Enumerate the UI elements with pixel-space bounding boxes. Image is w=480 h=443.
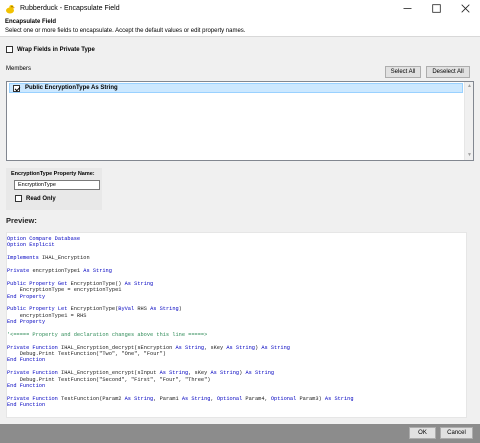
code-token: IHAL_Encryption: [41, 255, 90, 262]
read-only-label: Read Only: [26, 195, 56, 202]
code-token: As String: [245, 370, 275, 377]
code-token: RHS: [137, 306, 151, 313]
code-token: As String: [124, 280, 154, 287]
code-token: Optional: [270, 395, 300, 402]
code-token: encryptionType1 = RHS: [7, 312, 87, 319]
code-line: End Function: [7, 402, 466, 408]
dialog-header: Encapsulate Field Select one or more fie…: [0, 17, 480, 37]
code-token: TestFunction(Param2: [61, 395, 125, 402]
code-token: As String: [261, 344, 290, 351]
code-token: IHAL_Encryption_decrypt(sEncryption: [61, 344, 176, 351]
code-token: End Function: [7, 357, 46, 364]
dialog-description: Select one or more fields to encapsulate…: [5, 28, 246, 34]
code-token: EncryptionType = encryptionType1: [7, 287, 122, 294]
code-preview: Option Compare Database Option Explicit Im…: [6, 232, 467, 418]
cancel-button[interactable]: Cancel: [440, 427, 473, 439]
code-token: As String: [181, 395, 211, 402]
members-label: Members: [6, 66, 32, 72]
code-token: Private Function: [7, 344, 62, 351]
code-token: EncryptionType(: [70, 306, 119, 313]
code-token: Private: [7, 267, 33, 274]
code-token: Debug.Print TestFunction("Two", "One", "…: [7, 351, 166, 358]
code-token: As String: [175, 344, 205, 351]
code-text: Option Compare Database Option Explicit Im…: [7, 236, 466, 409]
code-token: As String: [226, 344, 255, 351]
scroll-up-icon[interactable]: ▲: [466, 83, 473, 90]
code-token: , Param1: [153, 395, 182, 402]
code-token: End Function: [7, 382, 46, 389]
footer-bar: OK Cancel: [0, 424, 480, 443]
code-token: Param3): [299, 395, 325, 402]
wrap-fields-checkbox[interactable]: [6, 46, 13, 53]
minimize-icon: [403, 8, 412, 9]
code-token: As String: [124, 395, 154, 402]
code-token: Public Property Get: [7, 280, 71, 287]
code-token: , sKey: [204, 344, 227, 351]
code-token: '<===== Property and declaration changes…: [7, 331, 208, 338]
maximize-button[interactable]: [422, 0, 451, 17]
preview-label: Preview:: [6, 216, 37, 225]
code-token: Optional: [216, 395, 246, 402]
code-token: encryptionType1: [32, 267, 84, 274]
list-item[interactable]: Public EncryptionType As String: [9, 83, 463, 93]
member-checkbox[interactable]: [13, 84, 20, 92]
code-token: Param4,: [245, 395, 271, 402]
code-token: , sKey: [188, 370, 211, 377]
property-panel: EncryptionType Property Name: Read Only: [6, 168, 102, 210]
code-token: Private Function: [7, 370, 62, 377]
code-token: Option Compare Database: [7, 236, 81, 242]
code-token: As String: [210, 370, 240, 377]
code-token: As String: [324, 395, 354, 402]
window-title: Rubberduck - Encapsulate Field: [20, 5, 120, 12]
wrap-fields-label: Wrap Fields in Private Type: [17, 46, 95, 53]
scroll-down-icon[interactable]: ▼: [466, 152, 473, 159]
select-all-button[interactable]: Select All: [385, 66, 421, 78]
code-token: Debug.Print TestFunction("Second", "Firs…: [7, 376, 211, 383]
ok-button[interactable]: OK: [409, 427, 436, 439]
code-token: End Function: [7, 402, 46, 409]
maximize-icon: [432, 4, 441, 13]
close-icon: [461, 4, 470, 13]
members-scrollbar[interactable]: ▲ ▼: [464, 82, 473, 160]
code-token: Public Property Let: [7, 306, 71, 313]
code-token: As String: [159, 370, 189, 377]
code-token: As String: [83, 267, 112, 274]
code-token: Implements: [7, 255, 42, 262]
code-token: IHAL_Encryption_encrypt(sInput: [61, 370, 160, 377]
property-name-label: EncryptionType Property Name:: [11, 171, 95, 177]
code-token: Private Function: [7, 395, 62, 402]
code-token: End Property: [7, 319, 46, 326]
read-only-option[interactable]: Read Only: [15, 195, 56, 202]
code-token: End Property: [7, 293, 46, 300]
dialog-title: Encapsulate Field: [5, 19, 57, 25]
minimize-button[interactable]: [393, 0, 422, 17]
deselect-all-button[interactable]: Deselect All: [426, 66, 470, 78]
code-token: Option Explicit: [7, 242, 55, 249]
wrap-fields-option[interactable]: Wrap Fields in Private Type: [6, 46, 95, 53]
code-token: ByVal: [118, 306, 138, 313]
rubberduck-icon: [5, 4, 15, 14]
members-list[interactable]: Public EncryptionType As String ▲ ▼: [6, 81, 474, 161]
property-name-input[interactable]: [14, 180, 100, 190]
code-token: As String: [150, 306, 179, 313]
code-token: ): [178, 306, 182, 313]
code-token: EncryptionType(): [70, 280, 125, 287]
close-button[interactable]: [451, 0, 480, 17]
read-only-checkbox[interactable]: [15, 195, 22, 202]
member-label: Public EncryptionType As String: [25, 85, 118, 91]
title-bar: Rubberduck - Encapsulate Field: [0, 0, 480, 17]
